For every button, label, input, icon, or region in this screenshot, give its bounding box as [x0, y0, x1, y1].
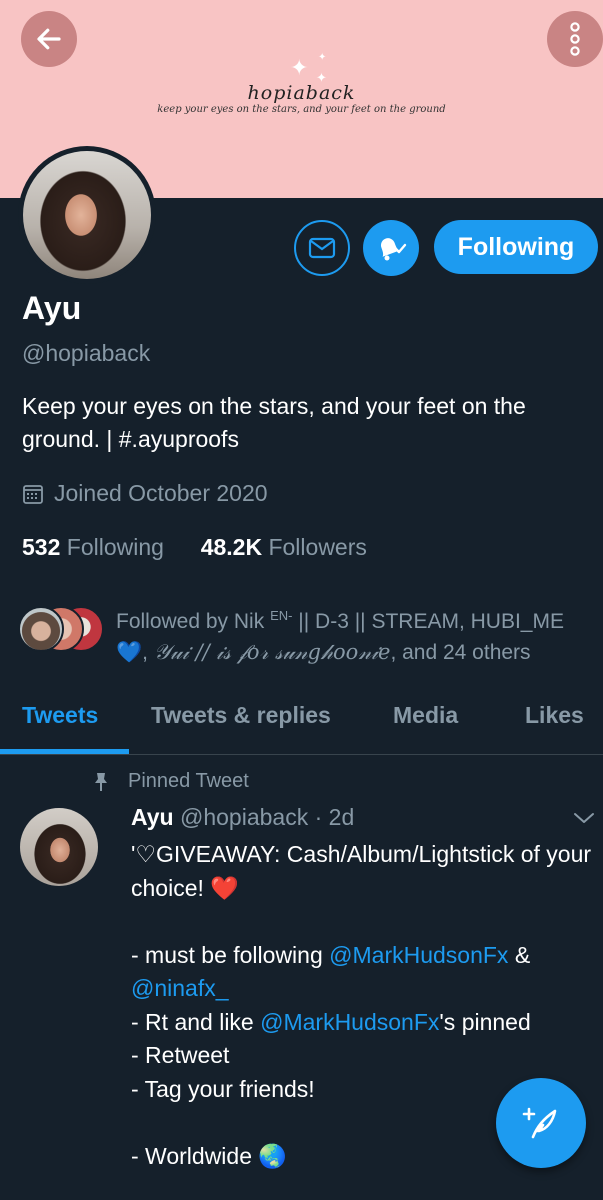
tab-tweets-replies[interactable]: Tweets & replies [151, 702, 331, 729]
globe-emoji: 🌏 [258, 1142, 288, 1169]
tweet-menu-button[interactable] [572, 810, 596, 831]
pin-icon [95, 772, 107, 791]
calendar-icon [23, 484, 43, 504]
feather-plus-icon [522, 1107, 557, 1139]
tweet-avatar[interactable] [20, 808, 98, 886]
followers-label: Followers [268, 534, 367, 560]
mention-link[interactable]: @ninafx_ [131, 975, 229, 1001]
following-count: 532 [22, 534, 61, 560]
followed-by-second-name: 𝒴𝓊𝒾 // 𝒾𝓈 𝒻𝑜𝓇 𝓈𝓊𝓃𝑔𝒽𝑜𝑜𝓃𝒾𝑒 [153, 640, 391, 664]
profile-handle: @hopiaback [22, 340, 151, 366]
tweet-author-name[interactable]: Ayu [131, 804, 174, 830]
arrow-left-icon [37, 28, 61, 50]
tweet-time: · 2d [314, 804, 355, 830]
tweet-line: - Rt and like [131, 1008, 261, 1035]
tweet-author-handle: @hopiaback [180, 804, 309, 830]
tweet-line: & [508, 941, 531, 968]
more-options-button[interactable] [547, 11, 603, 67]
tab-likes[interactable]: Likes [525, 702, 584, 729]
followed-by-suffix: , and 24 others [390, 641, 531, 664]
notifications-button[interactable] [363, 220, 419, 276]
followers-stat[interactable]: 48.2K Followers [201, 534, 367, 560]
more-vertical-icon [570, 22, 580, 56]
pinned-label: Pinned Tweet [92, 770, 249, 793]
followed-by-sup: EN- [270, 608, 293, 623]
pinned-text: Pinned Tweet [128, 770, 249, 792]
following-label: Following [66, 534, 164, 560]
avatar [18, 606, 64, 652]
tab-tweets[interactable]: Tweets [22, 702, 98, 729]
active-tab-indicator [0, 749, 129, 754]
tweet-header: Ayu @hopiaback · 2d [131, 804, 354, 831]
sparkle-icon: ✦ [290, 55, 309, 80]
followed-by-rest: || D-3 || STREAM, HUBI_ME [292, 610, 564, 633]
tweet-line: - Tag your friends! [131, 1075, 315, 1102]
profile-bio: Keep your eyes on the stars, and your fe… [22, 393, 526, 452]
following-stat[interactable]: 532 Following [22, 534, 164, 560]
tweet-line: 's pinned [439, 1008, 531, 1035]
blue-heart-emoji: 💙 [116, 641, 143, 664]
envelope-icon [308, 237, 336, 259]
avatar-image [23, 151, 151, 279]
tweet-line: - must be following [131, 941, 330, 968]
mention-link[interactable]: @MarkHudsonFx [329, 942, 508, 968]
message-button[interactable] [294, 220, 350, 276]
banner-subtitle: keep your eyes on the stars, and your fe… [157, 104, 446, 115]
joined-date: Joined October 2020 [22, 480, 268, 507]
tweet-line: - Retweet [131, 1042, 230, 1068]
chevron-down-icon [574, 813, 594, 823]
followed-by-text[interactable]: Followed by Nik EN- || D-3 || STREAM, HU… [116, 600, 596, 668]
mention-link[interactable]: @MarkHudsonFx [260, 1009, 439, 1035]
compose-tweet-button[interactable] [496, 1078, 586, 1168]
profile-name: Ayu [22, 290, 82, 326]
joined-text: Joined October 2020 [54, 480, 268, 506]
followers-count: 48.2K [200, 534, 263, 560]
tab-media[interactable]: Media [393, 702, 458, 729]
followed-by-prefix: Followed by Nik [116, 610, 271, 633]
following-button[interactable]: Following [434, 220, 598, 274]
profile-avatar[interactable] [18, 146, 156, 284]
tweet-line: '♡GIVEAWAY: Cash/Album/Lightstick of you… [131, 841, 592, 901]
profile-tabs: Tweets Tweets & replies Media Likes [0, 692, 603, 755]
tweet-line: - Worldwide [131, 1142, 259, 1169]
banner-title: hopiaback [247, 82, 356, 104]
bell-check-icon [380, 238, 407, 261]
red-heart-emoji: ❤️ [210, 874, 239, 901]
back-button[interactable] [21, 11, 77, 67]
sparkle-icon: ✦ [318, 52, 327, 63]
followed-by-avatars[interactable] [18, 606, 108, 652]
follow-stats: 532 Following 48.2K Followers [22, 534, 367, 561]
